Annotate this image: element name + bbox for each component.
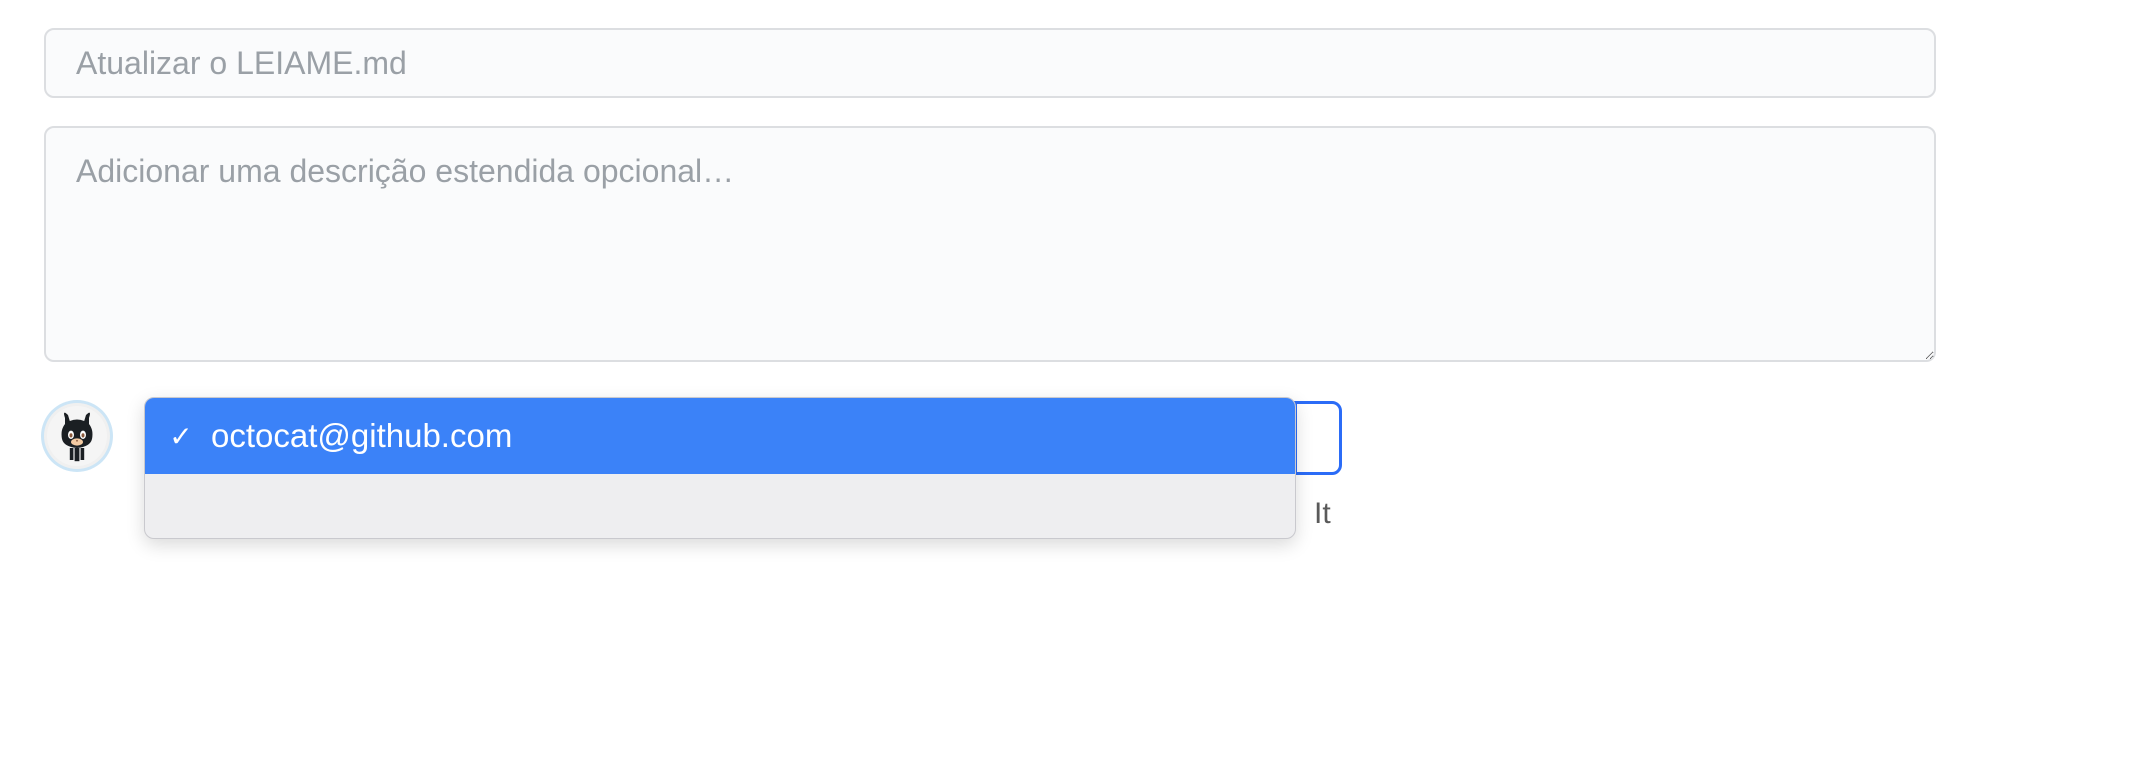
author-dropdown-option[interactable]: ✓ octocat@github.com — [145, 398, 1295, 474]
checkmark-icon: ✓ — [169, 420, 193, 453]
octocat-icon — [47, 406, 107, 466]
author-dropdown-container: It ✓ octocat@github.com — [144, 397, 1296, 539]
commit-form: It ✓ octocat@github.com — [44, 28, 1936, 539]
author-select-edge[interactable] — [1294, 401, 1342, 475]
spacer — [1296, 397, 1854, 398]
commit-description-textarea[interactable] — [44, 126, 1936, 362]
obscured-text: It — [1314, 497, 1331, 531]
avatar — [44, 403, 110, 469]
commit-summary-input[interactable] — [44, 28, 1936, 98]
author-option-label: octocat@github.com — [211, 417, 512, 455]
author-dropdown-popover: ✓ octocat@github.com — [144, 397, 1296, 539]
author-row: It ✓ octocat@github.com — [44, 397, 1936, 539]
